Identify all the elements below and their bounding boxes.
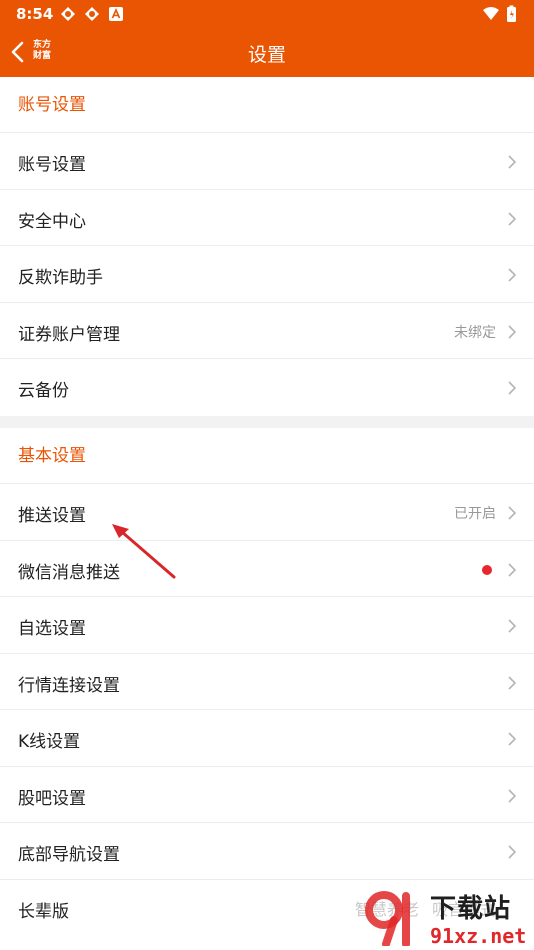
- row-label: 长辈版: [18, 901, 69, 922]
- row-label: 自选设置: [18, 619, 86, 639]
- nav-bar: 东方 财富 设置: [0, 28, 534, 77]
- setting-row[interactable]: K线设置: [0, 710, 534, 767]
- row-label: K线设置: [18, 732, 81, 752]
- watermark-url: 91xz.net: [430, 924, 527, 948]
- chevron-right-icon: [508, 381, 517, 395]
- setting-row[interactable]: 自选设置: [0, 597, 534, 654]
- row-label: 安全中心: [18, 211, 86, 232]
- setting-row[interactable]: 证券账户管理 未绑定: [0, 303, 534, 359]
- chevron-right-icon: [508, 732, 517, 746]
- chevron-right-icon: [508, 155, 517, 169]
- app-notification-icon: [61, 7, 75, 21]
- row-label: 微信消息推送: [18, 562, 120, 583]
- row-value: 未绑定: [454, 324, 496, 341]
- chevron-right-icon: [508, 268, 517, 282]
- row-label: 账号设置: [18, 155, 86, 175]
- setting-row[interactable]: 股吧设置: [0, 767, 534, 823]
- row-label: 股吧设置: [18, 788, 86, 809]
- watermark-logo-icon: [365, 891, 410, 946]
- chevron-right-icon: [508, 324, 517, 339]
- setting-row[interactable]: 账号设置: [0, 133, 534, 190]
- basic-settings-section: 基本设置 推送设置 已开启 微信消息推送 自选设置 行情连接设置 K线设置 股吧…: [0, 428, 534, 950]
- red-dot-badge: [482, 564, 492, 575]
- row-label: 底部导航设置: [18, 845, 120, 865]
- chevron-right-icon: [508, 675, 517, 690]
- setting-row[interactable]: 微信消息推送: [0, 541, 534, 597]
- page-title: 设置: [247, 44, 286, 66]
- setting-row[interactable]: 云备份: [0, 359, 534, 416]
- setting-row[interactable]: 底部导航设置: [0, 823, 534, 880]
- status-bar: 8:54: [0, 0, 534, 28]
- chevron-right-icon: [508, 211, 517, 226]
- app-notification-icon: [85, 7, 99, 21]
- row-label: 行情连接设置: [18, 675, 120, 696]
- watermark-brand: 下载站: [430, 894, 512, 924]
- setting-row[interactable]: 反欺诈助手: [0, 246, 534, 303]
- section-title: 账号设置: [0, 77, 534, 133]
- setting-row[interactable]: 行情连接设置: [0, 654, 534, 710]
- row-label: 推送设置: [18, 506, 86, 526]
- chevron-right-icon: [508, 562, 517, 577]
- chevron-right-icon: [508, 845, 517, 859]
- chevron-right-icon: [508, 506, 517, 520]
- chevron-right-icon: [508, 619, 517, 633]
- row-value: 已开启: [454, 506, 496, 522]
- row-label: 反欺诈助手: [18, 268, 103, 288]
- row-label: 证券账户管理: [18, 324, 120, 345]
- row-label: 云备份: [18, 381, 69, 401]
- chevron-right-icon: [508, 788, 517, 803]
- top-bar: 8:54 东方 财富 设置: [0, 0, 534, 77]
- setting-row[interactable]: 推送设置 已开启: [0, 484, 534, 541]
- a-notification-icon: [109, 7, 123, 21]
- setting-row[interactable]: 安全中心: [0, 190, 534, 246]
- wifi-battery-icon: [483, 5, 516, 22]
- section-title: 基本设置: [0, 428, 534, 484]
- status-time: 8:54: [16, 5, 54, 23]
- account-settings-section: 账号设置 账号设置 安全中心 反欺诈助手 证券账户管理 未绑定 云备份: [0, 77, 534, 416]
